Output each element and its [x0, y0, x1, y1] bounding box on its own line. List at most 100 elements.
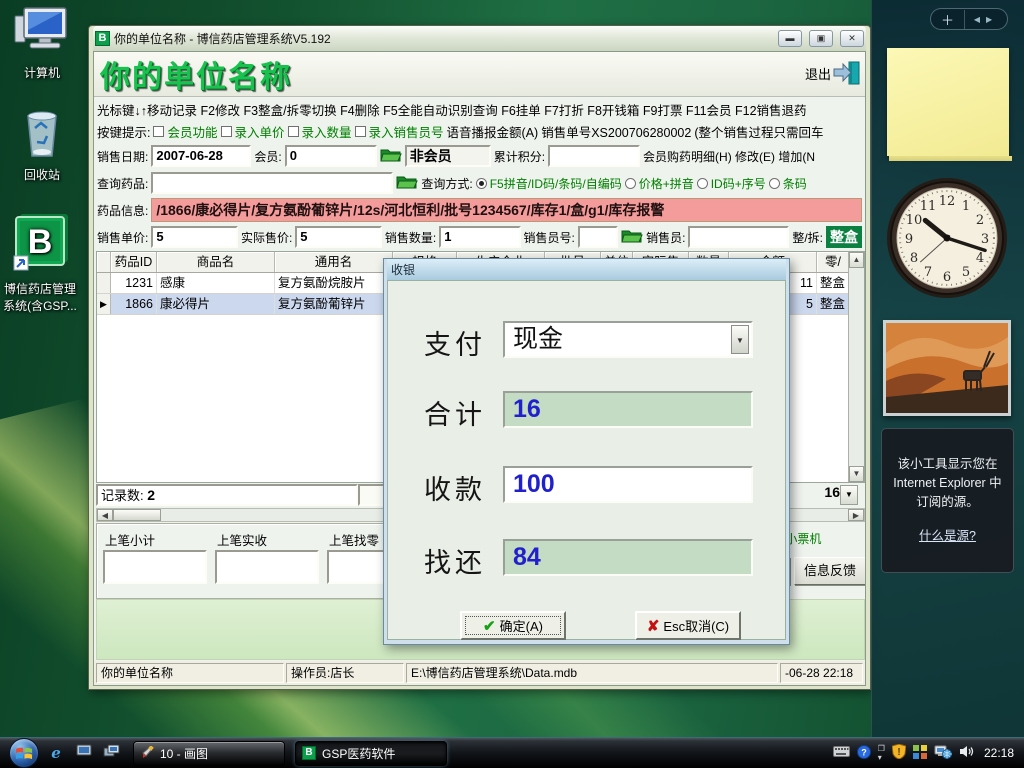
sticky-note-gadget[interactable] [887, 48, 1009, 156]
scroll-right-icon[interactable]: ▶ [848, 509, 864, 521]
current-row-marker: ▶ [97, 294, 111, 314]
start-button[interactable] [9, 738, 39, 768]
svg-text:11: 11 [920, 199, 937, 214]
keyboard-tray-icon[interactable] [833, 746, 850, 760]
drug-info-field: /1866/康必得片/复方氨酚葡锌片/12s/河北恒利/批号1234567/库存… [151, 198, 862, 222]
member-lookup-folder-icon[interactable] [380, 146, 402, 166]
feedback-button[interactable]: 信息反馈 [794, 557, 866, 585]
dropdown-icon[interactable]: ▼ [840, 485, 858, 505]
member-action-links[interactable]: 会员购药明细(H) 修改(E) 增加(N [643, 148, 815, 165]
taskbar-task-paint[interactable]: 10 - 画图 [133, 741, 285, 766]
cancel-button[interactable]: ✘ Esc取消(C) [635, 611, 741, 640]
radio-query-barcode[interactable] [769, 178, 780, 189]
clock-gadget[interactable]: 1212 345 678 91011 [885, 176, 1009, 303]
radio-query-price-pinyin[interactable] [625, 178, 636, 189]
rss-feed-gadget[interactable]: 该小工具显示您在 Internet Explorer 中订阅的源。 什么是源? [881, 428, 1014, 573]
sale-row: 销售日期: 2007-06-28 会员: 0 非会员 累计积分: 会员购药明细(… [94, 143, 865, 169]
row-marker-header [97, 252, 111, 272]
maximize-button[interactable]: ▣ [809, 30, 833, 47]
rss-what-is-feed-link[interactable]: 什么是源? [919, 527, 976, 546]
desert-oryx-photo [886, 323, 1008, 413]
svg-text:?: ? [861, 747, 867, 757]
dialog-body: 支付 现金 ▼ 合计 16 收款 100 找还 84 ✔ 确定(A) ✘ Esc… [387, 280, 786, 640]
app-tray-icon[interactable] [913, 745, 927, 762]
svg-text:6: 6 [943, 270, 951, 285]
clerk-lookup-folder-icon[interactable] [621, 227, 643, 247]
ie-quicklaunch-icon[interactable]: e [45, 744, 67, 762]
dialog-titlebar[interactable]: 收银 [387, 259, 786, 280]
scroll-left-icon[interactable]: ◀ [97, 509, 113, 521]
ok-button[interactable]: ✔ 确定(A) [460, 611, 566, 640]
table-vertical-scrollbar[interactable]: ▲ ▼ [848, 252, 864, 482]
hidden-icons-expander[interactable]: ❐▾ [878, 744, 885, 762]
checkbox-enter-price[interactable] [221, 126, 232, 137]
chevron-down-icon[interactable]: ▼ [731, 325, 749, 354]
svg-text:B: B [28, 223, 53, 261]
drug-info-row: 药品信息: /1866/康必得片/复方氨酚葡锌片/12s/河北恒利/批号1234… [94, 197, 865, 223]
window-switcher-icon[interactable] [101, 744, 123, 762]
sale-date-field[interactable]: 2007-06-28 [151, 145, 251, 167]
desktop-icon-computer[interactable]: 计算机 [2, 6, 82, 81]
scroll-down-icon[interactable]: ▼ [849, 466, 864, 482]
desktop-icon-pharmacy-app[interactable]: B 博信药店管理 系统(含GSP... [0, 212, 80, 314]
help-tray-icon[interactable]: ? [857, 745, 871, 762]
add-gadget-icon[interactable]: ＋ [931, 10, 965, 29]
svg-text:2: 2 [976, 213, 984, 228]
desktop-icon-label: 系统(含GSP... [3, 299, 77, 313]
radio-query-id-seq[interactable] [697, 178, 708, 189]
cashier-dialog: 收银 支付 现金 ▼ 合计 16 收款 100 找还 84 ✔ 确定(A) ✘ … [383, 258, 790, 645]
slideshow-gadget[interactable] [883, 320, 1011, 416]
scrollbar-thumb[interactable] [113, 509, 161, 521]
taskbar-clock[interactable]: 22:18 [984, 746, 1014, 760]
clerk-no-field[interactable] [578, 226, 618, 248]
prompt-suffix: (整个销售过程只需回车 [694, 122, 823, 141]
status-bar: 你的单位名称 操作员:店长 E:\博信药店管理系统\Data.mdb -06-2… [94, 661, 865, 685]
desktop-icon-label: 回收站 [24, 168, 60, 182]
pharmacy-app-icon: B [0, 212, 80, 277]
total-amount-field: 16 [503, 391, 753, 428]
svg-text:3: 3 [981, 232, 989, 247]
app-logo-icon: B [95, 31, 110, 46]
desktop-icon-label: 计算机 [24, 66, 60, 80]
network-tray-icon[interactable] [934, 745, 952, 762]
exit-button[interactable]: 退出 [805, 60, 861, 86]
prev-received-field [215, 550, 319, 584]
query-drug-input[interactable] [151, 172, 393, 194]
payment-method-select[interactable]: 现金 ▼ [503, 321, 753, 358]
svg-text:5: 5 [962, 265, 970, 280]
computer-icon [2, 6, 82, 61]
svg-text:8: 8 [910, 251, 918, 266]
svg-text:4: 4 [976, 251, 984, 266]
member-type-field: 非会员 [405, 145, 491, 167]
close-button[interactable]: ✕ [840, 30, 864, 47]
radio-query-pinyin[interactable] [476, 178, 487, 189]
minimize-button[interactable]: ▬ [778, 30, 802, 47]
security-alert-icon[interactable]: ! [892, 744, 906, 762]
hotkey-hints: 光标键↓↑移动记录 F2修改 F3整盒/拆零切换 F4删除 F5全能自动识别查询… [97, 100, 807, 119]
analog-clock-icon: 1212 345 678 91011 [885, 176, 1009, 300]
clerk-name-field[interactable] [688, 226, 789, 248]
drug-lookup-folder-icon[interactable] [396, 173, 418, 193]
actual-price-field[interactable]: 5 [295, 226, 382, 248]
scroll-up-icon[interactable]: ▲ [849, 252, 864, 268]
member-id-field[interactable]: 0 [285, 145, 377, 167]
points-field[interactable] [548, 145, 640, 167]
checkbox-enter-clerk[interactable] [355, 126, 366, 137]
quantity-field[interactable]: 1 [439, 226, 520, 248]
gadget-page-arrows[interactable]: ◀▶ [965, 15, 1007, 24]
volume-tray-icon[interactable] [959, 745, 974, 761]
received-input[interactable]: 100 [503, 466, 753, 503]
unit-price-field[interactable]: 5 [151, 226, 238, 248]
checkbox-member-feature[interactable] [153, 126, 164, 137]
prev-subtotal-field [103, 550, 207, 584]
voice-amount-label[interactable]: 语音播报金额(A) [447, 122, 539, 141]
window-titlebar[interactable]: B 你的单位名称 - 博信药店管理系统V5.192 ▬ ▣ ✕ [93, 26, 866, 51]
gadget-control[interactable]: ＋ ◀▶ [930, 8, 1008, 30]
taskbar-task-gsp[interactable]: B GSP医药软件 [295, 741, 447, 766]
recycle-bin-icon [2, 108, 82, 163]
checkbox-enter-qty[interactable] [288, 126, 299, 137]
show-desktop-icon[interactable] [73, 744, 95, 762]
company-title: 你的单位名称 [100, 52, 292, 96]
taskbar: e 10 - 画图 B GSP医药软件 ? ❐▾ ! [0, 737, 1024, 768]
desktop-icon-recycle-bin[interactable]: 回收站 [2, 108, 82, 183]
